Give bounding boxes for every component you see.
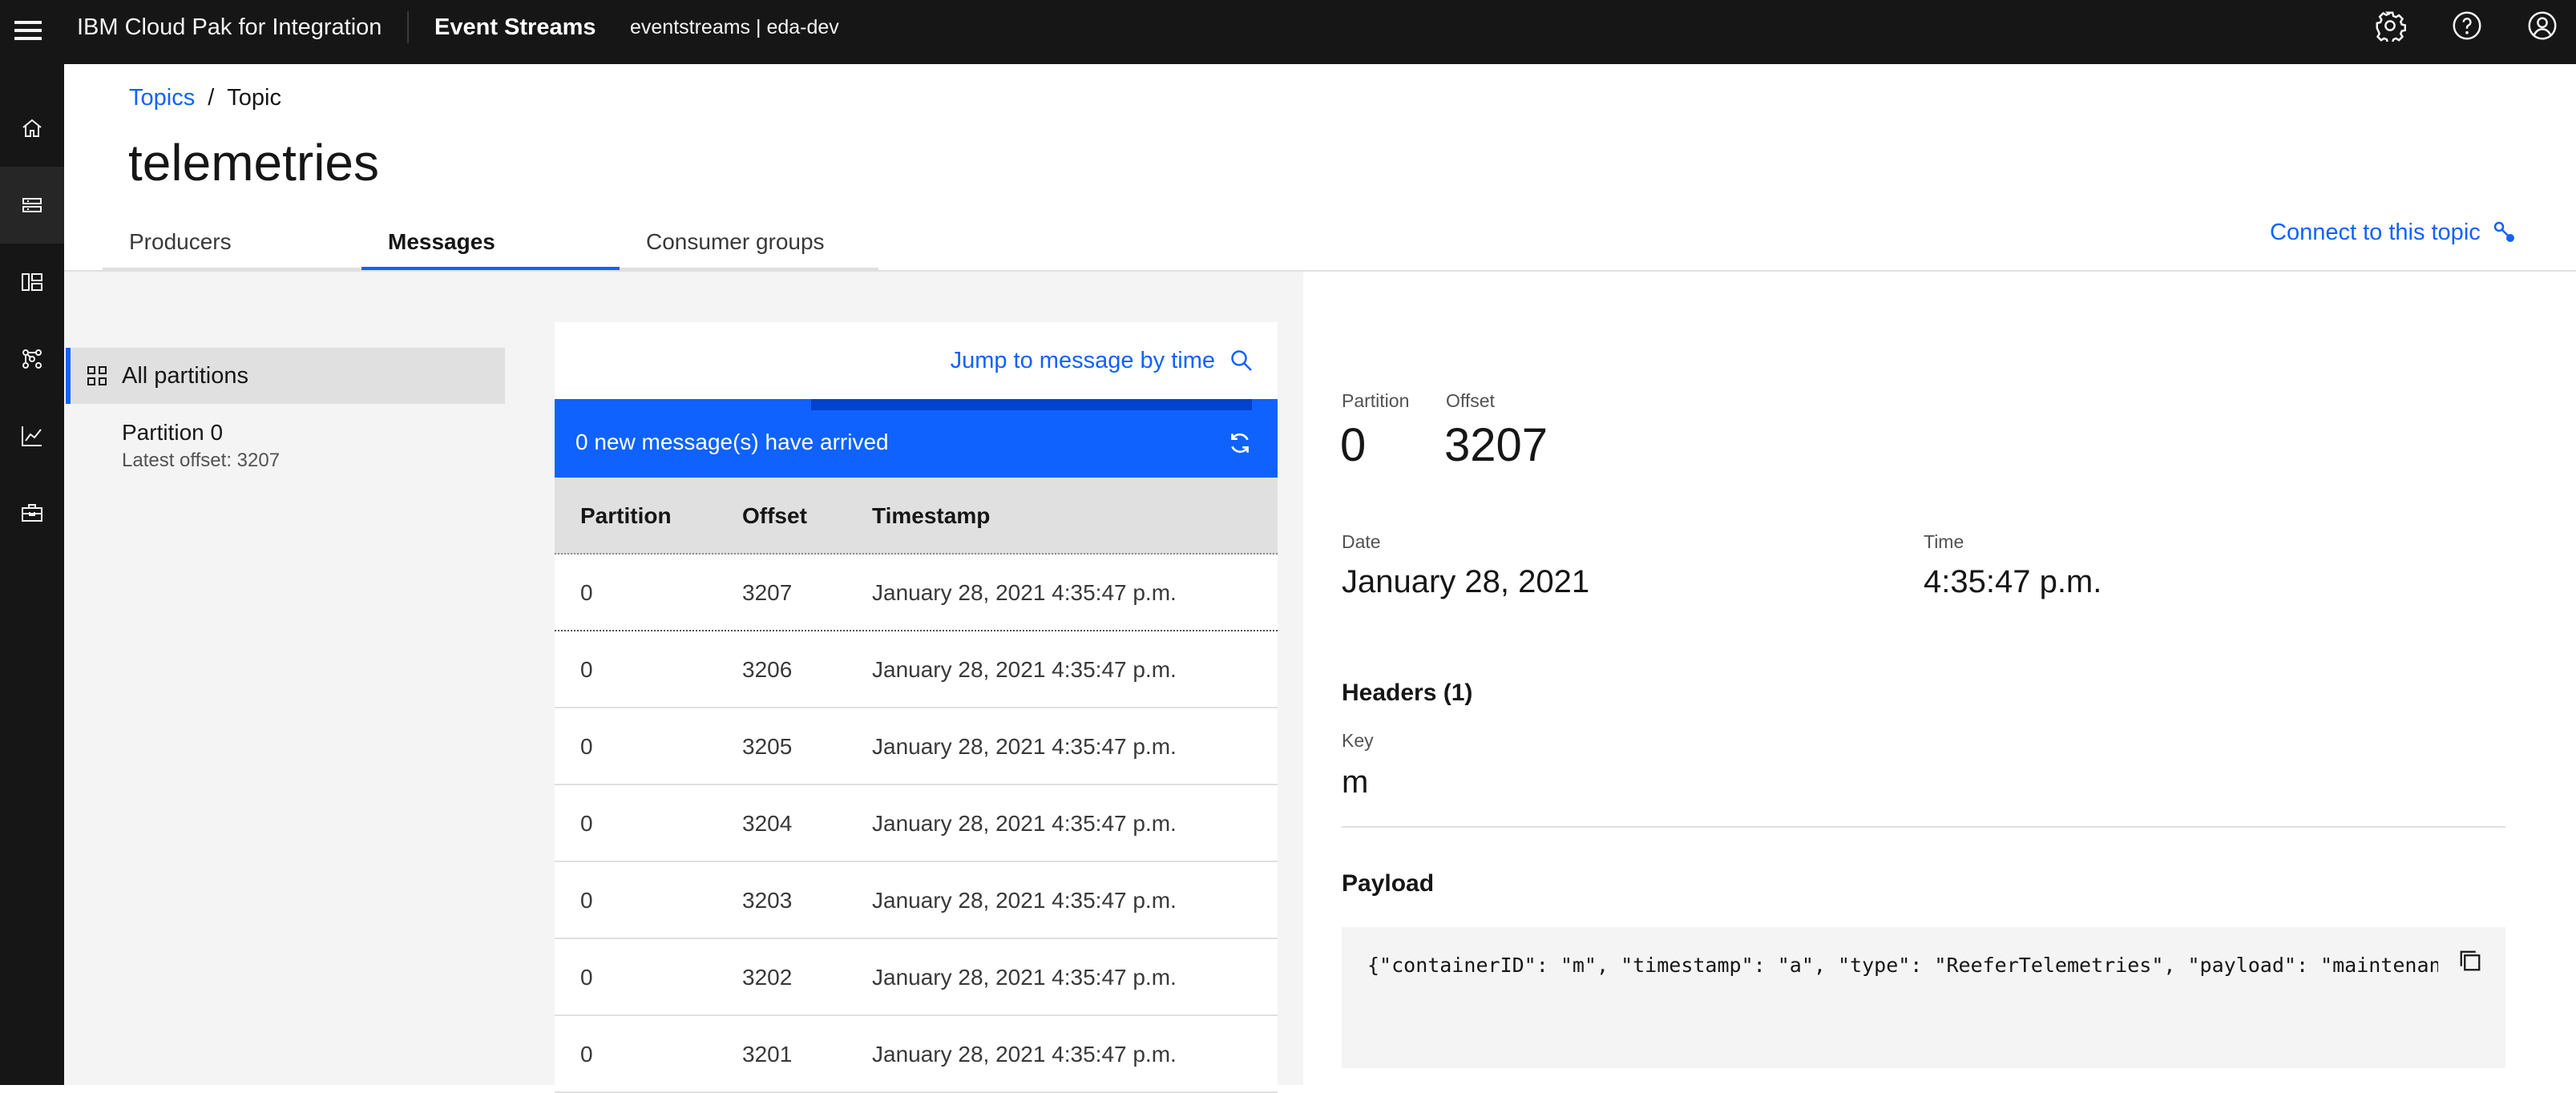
table-row[interactable]: 0 3204 January 28, 2021 4:35:47 p.m. [555,785,1278,862]
page-title: telemetries [128,134,379,192]
column-header-timestamp[interactable]: Timestamp [872,478,990,555]
side-nav-rail [0,64,64,1085]
offset-label: Offset [1446,390,1495,411]
cell-offset: 3201 [742,1042,793,1067]
table-row[interactable]: 0 3206 January 28, 2021 4:35:47 p.m. [555,631,1278,708]
payload-text[interactable]: {"containerID": "m", "timestamp": "a", "… [1367,950,2438,982]
time-label: Time [1924,531,1964,552]
cell-timestamp: January 28, 2021 4:35:47 p.m. [872,580,1177,605]
cell-offset: 3203 [742,888,793,913]
detail-divider [1342,826,2505,828]
tab-producers[interactable]: Producers [103,216,361,271]
partition-list: All partitions Partition 0 Latest offset… [66,348,505,482]
tab-messages[interactable]: Messages [361,216,620,271]
cell-offset: 3207 [742,580,793,605]
banner-progress-strip [811,399,1252,410]
cell-timestamp: January 28, 2021 4:35:47 p.m. [872,811,1177,836]
payload-code-block: {"containerID": "m", "timestamp": "a", "… [1342,927,2505,1068]
jump-to-message-link[interactable]: Jump to message by time [951,343,1254,378]
instance-name: eventstreams | eda-dev [630,16,839,38]
nav-consumer-groups[interactable] [0,321,64,397]
table-row[interactable]: 0 3207 January 28, 2021 4:35:47 p.m. [555,555,1278,631]
cell-offset: 3202 [742,965,793,990]
help-icon[interactable] [2451,10,2483,42]
cell-offset: 3205 [742,734,793,759]
cell-partition: 0 [580,580,593,605]
cell-partition: 0 [580,734,593,759]
toolbox-icon [22,504,42,522]
messages-table-panel: Jump to message by time 0 new message(s)… [555,322,1278,1093]
cell-partition: 0 [580,1042,593,1067]
tab-consumer-groups[interactable]: Consumer groups [620,216,878,271]
grid-icon [87,366,107,385]
menu-icon[interactable] [11,14,43,46]
partition-name: Partition 0 [122,420,224,445]
cell-timestamp: January 28, 2021 4:35:47 p.m. [872,734,1177,759]
breadcrumb-topics-link[interactable]: Topics [129,85,195,111]
nav-topics[interactable] [0,167,64,244]
consumer-groups-icon [22,349,42,369]
nav-toolbox[interactable] [0,474,64,551]
payload-title: Payload [1342,870,1435,897]
partition-latest-offset: Latest offset: 3207 [122,450,281,471]
top-header: IBM Cloud Pak for Integration Event Stre… [0,0,2576,64]
breadcrumb-current: Topic [227,85,281,111]
header-divider [407,11,409,43]
cell-partition: 0 [580,965,593,990]
table-body: 0 3207 January 28, 2021 4:35:47 p.m. 0 3… [555,555,1278,1093]
new-messages-text: 0 new message(s) have arrived [575,430,889,454]
nav-home[interactable] [0,90,64,167]
topic-tabs: Producers Messages Consumer groups [103,216,878,271]
partition-item-label: All partitions [122,362,248,389]
cell-partition: 0 [580,888,593,913]
home-icon [22,119,42,137]
offset-value: 3207 [1444,419,1548,471]
connect-to-topic-button[interactable]: Connect to this topic [2270,215,2517,250]
topics-icon [22,198,42,212]
connect-label: Connect to this topic [2270,220,2481,245]
table-row[interactable]: 0 3201 January 28, 2021 4:35:47 p.m. [555,1016,1278,1093]
key-value: m [1342,764,1369,800]
column-header-offset[interactable]: Offset [742,478,807,555]
nav-schemas[interactable] [0,244,64,321]
date-value: January 28, 2021 [1342,564,1590,599]
monitoring-icon [22,426,42,446]
time-value: 4:35:47 p.m. [1924,564,2102,599]
product-name[interactable]: Event Streams [434,11,596,43]
message-detail-panel: Partition 0 Offset 3207 Date January 28,… [1303,272,2576,1085]
table-header: Partition Offset Timestamp [555,478,1278,555]
settings-icon[interactable] [2374,10,2407,44]
breadcrumb: Topics / Topic [129,80,281,115]
search-icon [1231,350,1252,371]
partition-item-0[interactable]: Partition 0 Latest offset: 3207 [66,409,505,482]
table-row[interactable]: 0 3202 January 28, 2021 4:35:47 p.m. [555,939,1278,1016]
partition-item-all[interactable]: All partitions [66,348,505,404]
schemas-icon [22,273,42,291]
jump-label: Jump to message by time [950,348,1215,373]
headers-title: Headers (1) [1342,680,1473,706]
breadcrumb-separator: / [208,85,215,111]
platform-name[interactable]: IBM Cloud Pak for Integration [77,11,382,43]
table-row[interactable]: 0 3205 January 28, 2021 4:35:47 p.m. [555,708,1278,785]
user-avatar-icon[interactable] [2526,10,2558,42]
copy-icon[interactable] [2456,946,2485,975]
date-label: Date [1342,531,1381,552]
table-row[interactable]: 0 3203 January 28, 2021 4:35:47 p.m. [555,862,1278,939]
cell-timestamp: January 28, 2021 4:35:47 p.m. [872,657,1177,682]
cell-partition: 0 [580,811,593,836]
refresh-icon[interactable] [1226,430,1254,457]
cell-offset: 3204 [742,811,793,836]
partition-value: 0 [1340,419,1367,471]
new-messages-banner: 0 new message(s) have arrived [555,399,1278,478]
cell-timestamp: January 28, 2021 4:35:47 p.m. [872,965,1177,990]
cell-partition: 0 [580,657,593,682]
cell-timestamp: January 28, 2021 4:35:47 p.m. [872,1042,1177,1067]
nav-monitoring[interactable] [0,397,64,474]
partition-label: Partition [1342,390,1410,411]
key-label: Key [1342,730,1374,751]
column-header-partition[interactable]: Partition [580,478,672,555]
connect-icon [2493,221,2514,242]
cell-timestamp: January 28, 2021 4:35:47 p.m. [872,888,1177,913]
cell-offset: 3206 [742,657,793,682]
